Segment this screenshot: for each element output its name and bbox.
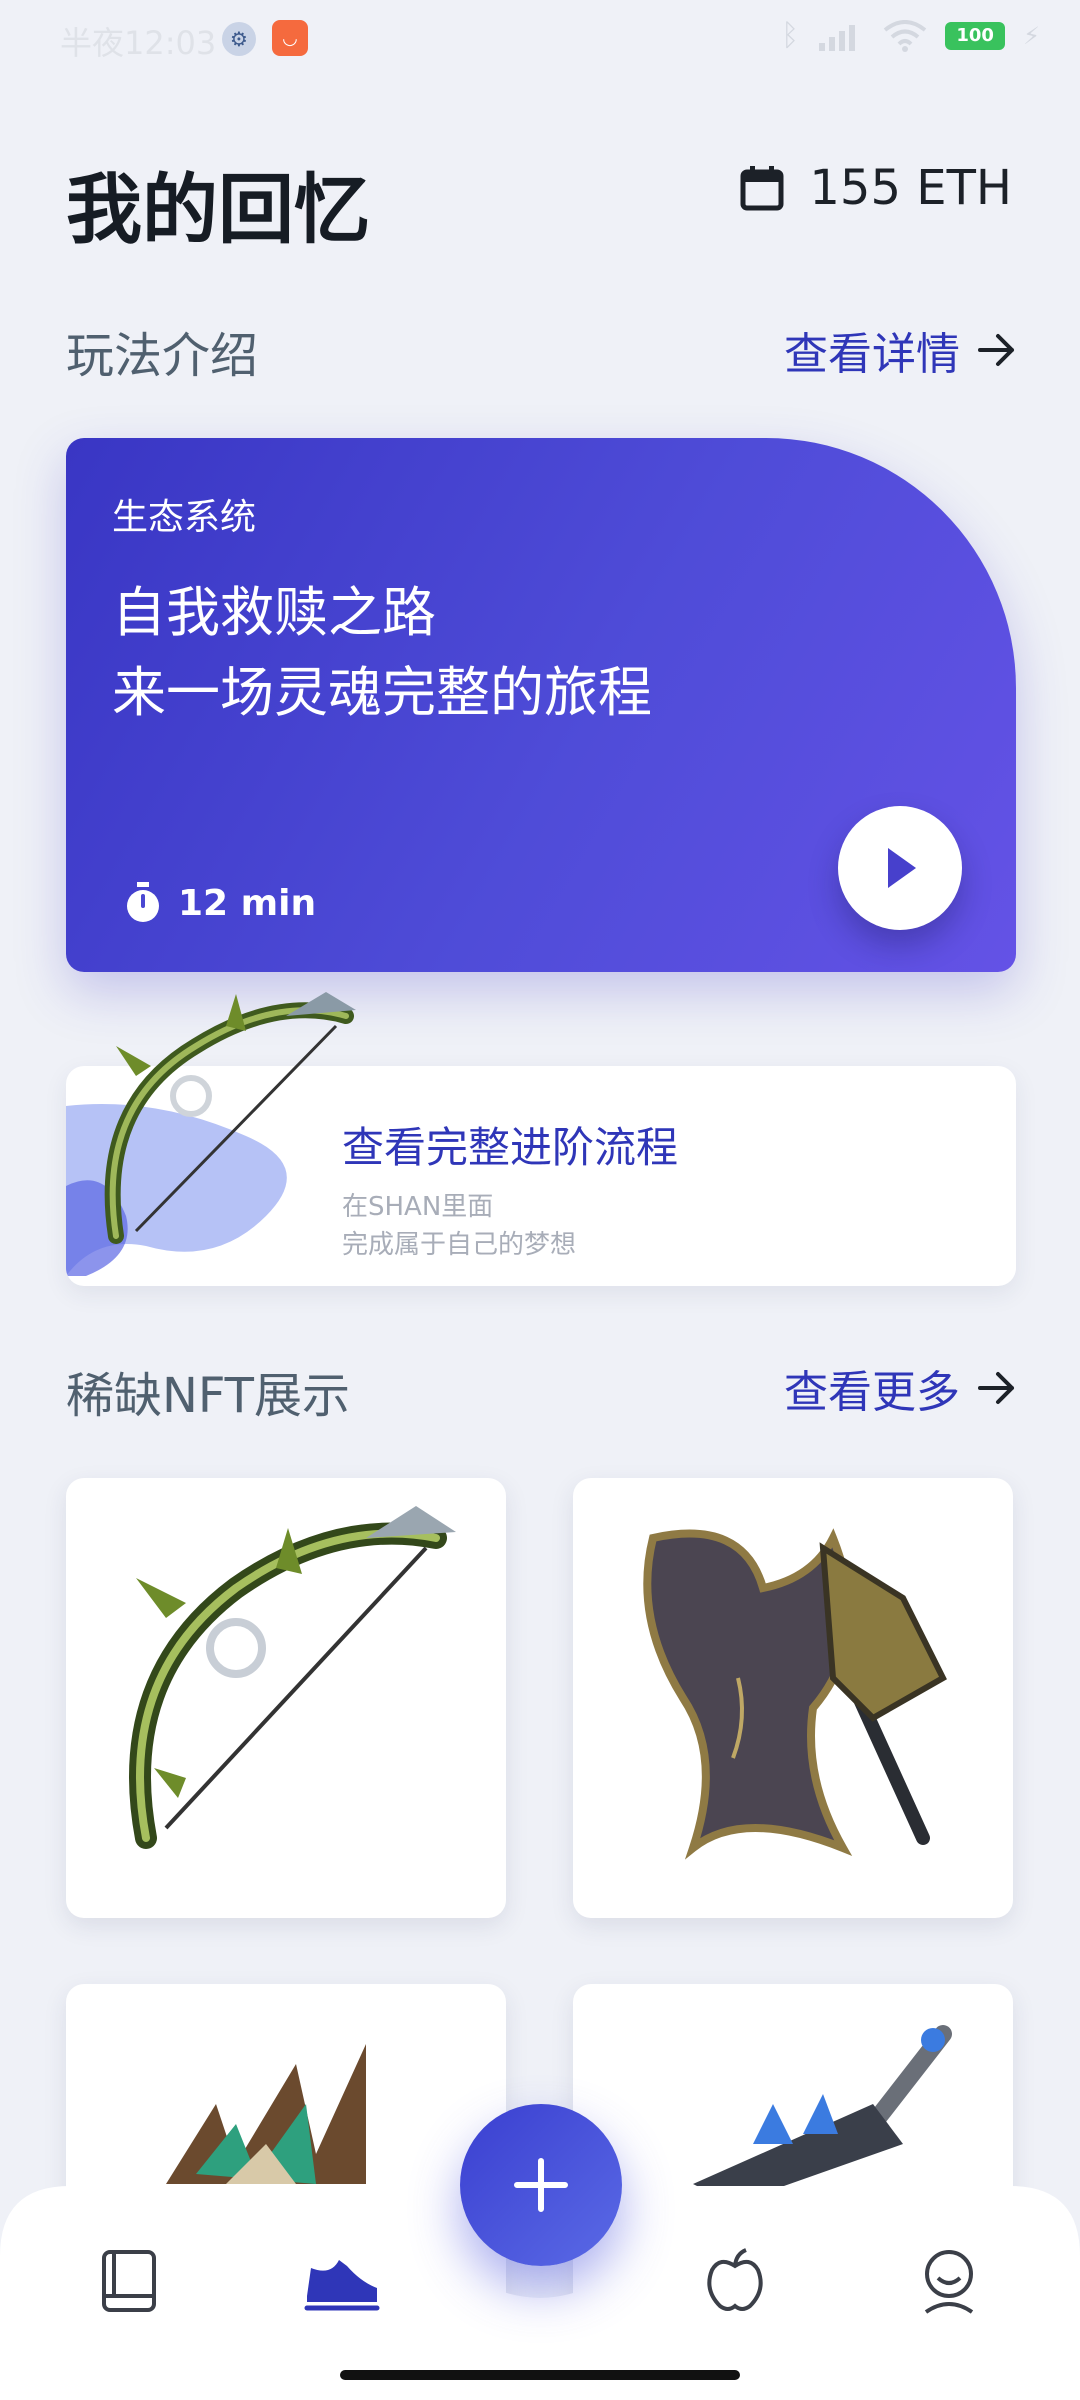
nft-card-bow[interactable]: [66, 1478, 506, 1918]
app-notification-icon: ⚙: [222, 22, 256, 56]
nav-item-book[interactable]: [84, 2236, 174, 2326]
progress-card-title: 查看完整进阶流程: [342, 1123, 679, 1172]
nft-section-title: 稀缺NFT展示: [66, 1368, 350, 1424]
wifi-icon: [883, 19, 927, 52]
plus-icon: [514, 2158, 568, 2212]
hero-headline-2: 来一场灵魂完整的旅程: [112, 661, 652, 724]
charging-icon: ⚡: [1023, 21, 1040, 50]
view-details-label: 查看详情: [784, 329, 960, 380]
calendar-icon: [740, 166, 784, 211]
sneaker-icon: [304, 2260, 380, 2311]
shopping-notification-icon: ◡: [272, 20, 308, 56]
stopwatch-icon: [127, 882, 159, 922]
axe-icon: [643, 1528, 947, 1860]
balance-display[interactable]: 155 ETH: [739, 160, 1012, 216]
duration-text: 12 min: [178, 882, 317, 924]
apple-icon: [707, 2248, 763, 2311]
nav-item-sneaker[interactable]: [296, 2236, 386, 2326]
hero-card[interactable]: 生态系统 自我救赎之路 来一场灵魂完整的旅程 12 min: [66, 438, 1016, 972]
play-button[interactable]: [838, 806, 962, 930]
arrow-right-icon: [978, 1372, 1014, 1404]
hero-tag: 生态系统: [112, 497, 257, 538]
nav-item-apple[interactable]: [690, 2236, 780, 2326]
intro-section-title: 玩法介绍: [66, 328, 259, 384]
duration-badge: 12 min: [124, 882, 316, 924]
page-title: 我的回忆: [66, 165, 370, 254]
battery-indicator: 100: [945, 21, 1006, 50]
home-indicator[interactable]: [340, 2370, 740, 2380]
status-indicators: ᛒ 100 ⚡: [781, 18, 1040, 53]
play-icon: [888, 848, 916, 888]
view-details-link[interactable]: 查看详情: [784, 318, 1016, 382]
view-more-link[interactable]: 查看更多: [784, 1356, 1016, 1420]
book-icon: [102, 2250, 156, 2312]
bluetooth-icon: ᛒ: [781, 18, 800, 53]
arrow-right-icon: [978, 334, 1014, 366]
nav-item-profile[interactable]: [904, 2236, 994, 2326]
hero-headline-1: 自我救赎之路: [112, 581, 436, 644]
profile-icon: [924, 2250, 974, 2314]
view-more-label: 查看更多: [784, 1367, 960, 1418]
bow-icon: [129, 1506, 456, 1849]
status-bar: 半夜12:03 ⚙ ◡ ᛒ 100 ⚡: [0, 0, 1080, 80]
progress-card-subtitle-2: 完成属于自己的梦想: [342, 1230, 577, 1260]
status-time: 半夜12:03: [60, 24, 217, 62]
signal-icon: [819, 24, 856, 51]
nft-card-axe[interactable]: [573, 1478, 1013, 1918]
add-button[interactable]: [460, 2104, 622, 2266]
bow-illustration: [104, 992, 356, 1244]
balance-value: 155 ETH: [809, 160, 1012, 216]
